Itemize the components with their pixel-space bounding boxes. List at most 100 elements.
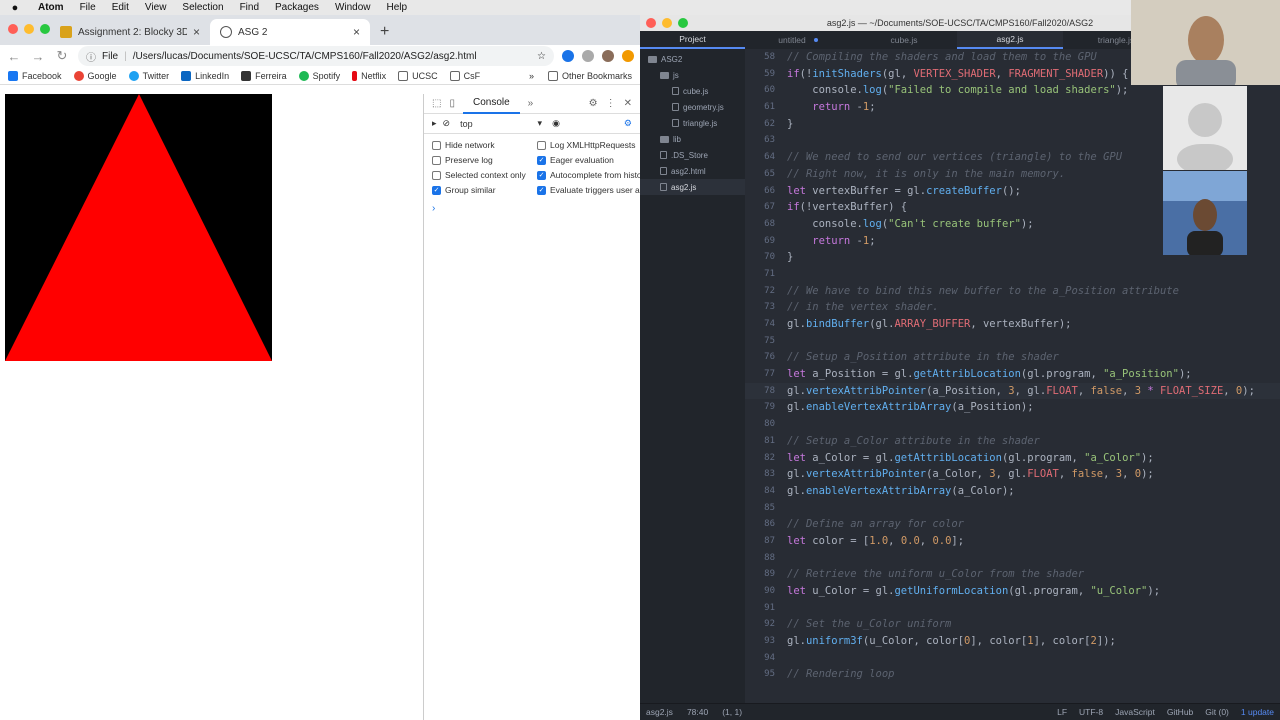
status-file[interactable]: asg2.js [646,707,673,717]
checkbox[interactable] [537,140,546,150]
checkbox-checked[interactable]: ✓ [537,185,546,195]
red-triangle [5,94,272,361]
tree-folder[interactable]: ASG2 [640,51,745,67]
code-text: // Set the u_Color uniform [787,618,952,631]
status-update[interactable]: 1 update [1241,707,1274,717]
tree-file[interactable]: triangle.js [640,115,745,131]
tree-file[interactable]: cube.js [640,83,745,99]
menu-help[interactable]: Help [379,2,416,13]
close-tab-icon[interactable]: × [353,25,360,39]
apple-icon[interactable]: ● [0,2,30,14]
tab-project[interactable]: Project [640,31,745,49]
forward-icon[interactable]: → [30,49,46,64]
back-icon[interactable]: ← [6,49,22,64]
menu-find[interactable]: Find [232,2,267,13]
minimize-window-button[interactable] [24,24,34,34]
menu-selection[interactable]: Selection [174,2,231,13]
menu-window[interactable]: Window [327,2,379,13]
checkbox[interactable] [432,155,441,165]
tree-folder[interactable]: lib [640,131,745,147]
bookmark-netflix[interactable]: Netflix [352,70,386,81]
status-github[interactable]: GitHub [1167,707,1193,717]
option-hide-network[interactable]: Hide network [432,140,537,150]
status-grammar[interactable]: JavaScript [1115,707,1155,717]
menu-app[interactable]: Atom [30,2,72,13]
checkbox-checked[interactable]: ✓ [537,170,546,180]
tree-file[interactable]: .DS_Store [640,147,745,163]
option-autocomplete-history[interactable]: ✓ Autocomplete from history [537,170,647,180]
close-window-button[interactable] [646,18,656,28]
address-bar[interactable]: ⓘ File | /Users/lucas/Documents/SOE-UCSC… [78,46,554,66]
option-evaluate-triggers[interactable]: ✓Evaluate triggers user activation [537,185,647,195]
bookmark-ferreira[interactable]: Ferreira [241,70,287,81]
bookmark-google[interactable]: Google [73,70,117,81]
option-preserve-log[interactable]: Preserve log [432,155,537,165]
puzzle-icon[interactable] [582,50,594,62]
status-cursor[interactable]: 78:40 [687,707,708,717]
option-selected-context[interactable]: Selected context only [432,170,537,180]
editor-tab-asg2[interactable]: asg2.js [957,31,1063,49]
sidebar-toggle-icon[interactable]: ▸ [432,118,437,129]
menu-view[interactable]: View [137,2,175,13]
extension-icon[interactable] [562,50,574,62]
bookmark-facebook[interactable]: Facebook [8,70,62,81]
bookmark-csf[interactable]: CsF [449,70,480,81]
code-text: gl.vertexAttribPointer(a_Color, 3, gl.FL… [787,468,1154,481]
tab-console[interactable]: Console [462,94,520,114]
gear-icon[interactable]: ⚙ [589,98,598,109]
minimize-window-button[interactable] [662,18,672,28]
console-settings-icon[interactable]: ⚙ [624,118,632,129]
line-number: 80 [764,419,775,430]
option-group-similar[interactable]: ✓ Group similar [432,185,537,195]
update-icon[interactable] [622,50,634,62]
close-tab-icon[interactable]: × [193,25,200,39]
tree-file[interactable]: asg2.js [640,179,745,195]
info-icon[interactable]: ⓘ [86,49,96,64]
option-eager-evaluation[interactable]: ✓ Eager evaluation [537,155,647,165]
other-bookmarks[interactable]: » Other Bookmarks [529,70,632,81]
profile-avatar[interactable] [602,50,614,62]
close-icon[interactable]: ✕ [624,98,632,109]
webgl-canvas[interactable] [5,94,272,361]
clear-console-icon[interactable]: ⊘ [443,118,451,129]
checkbox[interactable] [432,140,441,150]
bookmark-star-icon[interactable]: ☆ [537,51,546,62]
browser-tab-asg2[interactable]: ASG 2 × [210,19,370,45]
bookmark-twitter[interactable]: Twitter [128,70,169,81]
zoom-window-button[interactable] [40,24,50,34]
line-number: 73 [764,302,775,313]
menu-packages[interactable]: Packages [267,2,327,13]
zoom-window-button[interactable] [678,18,688,28]
tree-file[interactable]: asg2.html [640,163,745,179]
reload-icon[interactable]: ↻ [54,48,70,64]
code-line: 74 gl.bindBuffer(gl.ARRAY_BUFFER, vertexB… [745,316,1280,333]
bookmark-spotify[interactable]: Spotify [298,70,340,81]
kebab-menu-icon[interactable]: ⋮ [606,98,616,109]
tree-file[interactable]: geometry.js [640,99,745,115]
status-encoding[interactable]: UTF-8 [1079,707,1103,717]
console-prompt[interactable]: › [424,201,640,216]
line-number: 94 [764,652,775,663]
menu-file[interactable]: File [72,2,104,13]
status-line-ending[interactable]: LF [1057,707,1067,717]
context-selector[interactable]: top ▾ [456,117,546,131]
option-log-xhr[interactable]: Log XMLHttpRequests [537,140,647,150]
menu-edit[interactable]: Edit [104,2,137,13]
inspect-icon[interactable]: ⬚ [432,98,441,109]
more-tabs-icon[interactable]: » [528,98,534,109]
editor-tab-untitled[interactable]: untitled [745,31,851,49]
checkbox-checked[interactable]: ✓ [537,155,546,165]
new-tab-button[interactable]: + [370,23,399,45]
close-window-button[interactable] [8,24,18,34]
device-toggle-icon[interactable]: ▯ [449,98,455,109]
bookmark-linkedin[interactable]: LinkedIn [181,70,229,81]
checkbox[interactable] [432,170,441,180]
checkbox-checked[interactable]: ✓ [432,185,441,195]
editor-tab-cube[interactable]: cube.js [851,31,957,49]
code-text: let color = [1.0, 0.0, 0.0]; [787,534,965,547]
status-git[interactable]: Git (0) [1205,707,1229,717]
browser-tab-assignment[interactable]: Assignment 2: Blocky 3D Anim × [50,19,210,45]
eye-icon[interactable]: ◉ [552,118,560,129]
bookmark-ucsc[interactable]: UCSC [398,70,438,81]
tree-folder[interactable]: js [640,67,745,83]
